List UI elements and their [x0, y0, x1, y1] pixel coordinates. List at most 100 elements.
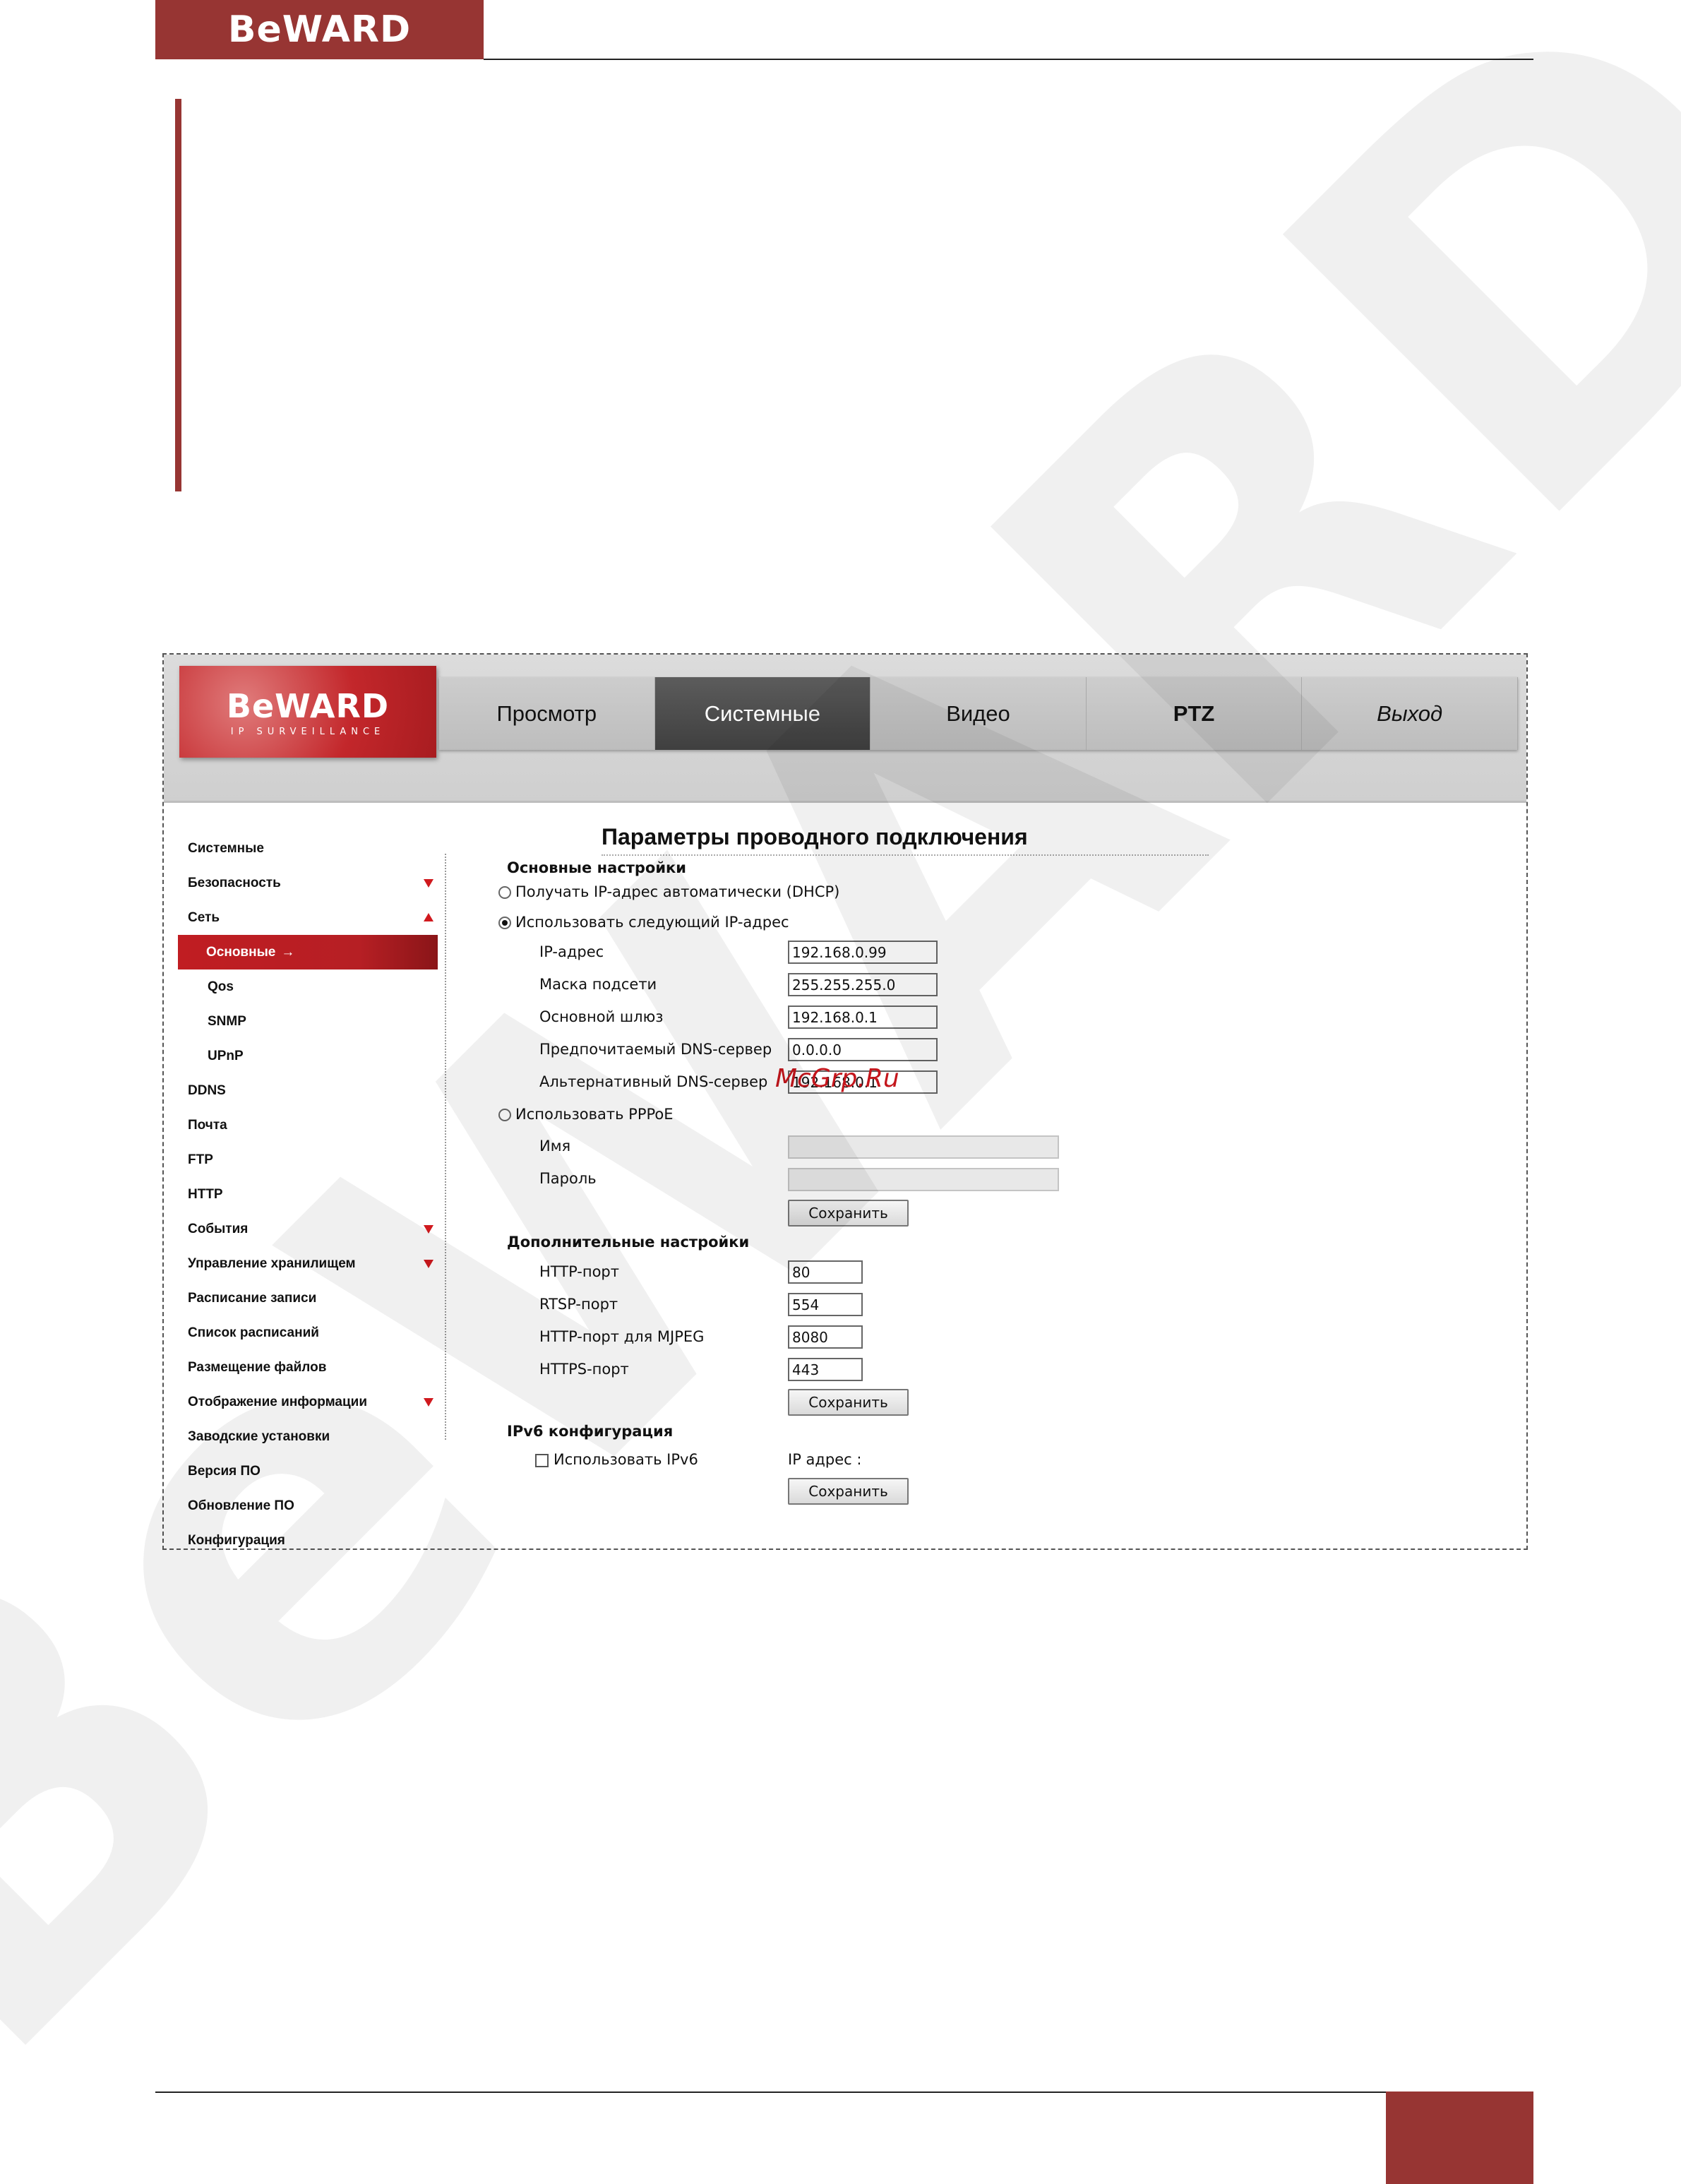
nav-tab-video[interactable]: Видео — [871, 677, 1087, 750]
doc-logo: BeWARD — [155, 0, 484, 59]
sidebar-item[interactable]: Системные — [179, 831, 438, 866]
watermark-stamp: McGrp.Ru — [775, 1064, 899, 1093]
subnet-mask-input[interactable] — [788, 973, 938, 996]
sidebar-item-label: DDNS — [188, 1083, 226, 1098]
sidebar-item-label: Безопасность — [188, 876, 281, 890]
sidebar-item[interactable]: FTP — [179, 1142, 438, 1177]
dhcp-label: Получать IP-адрес автоматически (DHCP) — [515, 883, 840, 900]
sidebar-item[interactable]: Управление хранилищем — [179, 1246, 438, 1281]
static-ip-radio[interactable] — [498, 917, 511, 929]
http-port-label: HTTP-порт — [539, 1263, 619, 1280]
dhcp-radio[interactable] — [498, 886, 511, 899]
dns1-input[interactable] — [788, 1038, 938, 1061]
top-bar: BeWARD IP SURVEILLANCE Просмотр Системны… — [164, 655, 1526, 803]
ip-address-label: IP-адрес — [539, 943, 604, 960]
sidebar-item[interactable]: Qos — [179, 969, 438, 1004]
sidebar-item[interactable]: DDNS — [179, 1073, 438, 1108]
save-ipv6-button[interactable]: Сохранить — [788, 1478, 909, 1505]
sidebar-item[interactable]: SNMP — [179, 1004, 438, 1039]
http-port-input[interactable] — [788, 1260, 863, 1284]
sidebar-item[interactable]: Безопасность — [179, 866, 438, 900]
rtsp-port-input[interactable] — [788, 1293, 863, 1316]
section-basic-title: Основные настройки — [507, 859, 687, 876]
triangle-down-icon[interactable] — [424, 1225, 433, 1234]
dns2-label: Альтернативный DNS-сервер — [539, 1073, 768, 1090]
pppoe-password-input[interactable] — [788, 1168, 1059, 1191]
left-accent-bar — [175, 99, 181, 491]
sidebar-item-label: Системные — [188, 841, 264, 856]
sidebar-item-label: Размещение файлов — [188, 1360, 327, 1375]
sidebar-item-label: Список расписаний — [188, 1325, 319, 1340]
sidebar-item-label: Конфигурация — [188, 1533, 285, 1548]
nav-tab-logout[interactable]: Выход — [1302, 677, 1518, 750]
ipv6-checkbox-label: Использовать IPv6 — [554, 1451, 698, 1468]
main-nav: Просмотр Системные Видео PTZ Выход — [439, 677, 1518, 750]
camera-logo-subtext: IP SURVEILLANCE — [230, 726, 385, 737]
sidebar-item-label: Расписание записи — [188, 1291, 317, 1306]
sidebar-item[interactable]: UPnP — [179, 1039, 438, 1073]
ipv6-checkbox[interactable] — [535, 1454, 549, 1467]
pppoe-name-input[interactable] — [788, 1135, 1059, 1159]
sidebar-item[interactable]: Список расписаний — [179, 1315, 438, 1350]
save-basic-button[interactable]: Сохранить — [788, 1200, 909, 1227]
footer-page-box — [1386, 2091, 1533, 2184]
nav-tab-system[interactable]: Системные — [654, 677, 871, 750]
sidebar-item[interactable]: Заводские установки — [179, 1419, 438, 1454]
sidebar-item-label: Управление хранилищем — [188, 1256, 356, 1271]
sidebar-item[interactable]: События — [179, 1212, 438, 1246]
sidebar-item[interactable]: Обновление ПО — [179, 1488, 438, 1523]
sidebar-item[interactable]: Конфигурация — [179, 1523, 438, 1549]
ipv6-ip-label: IP адрес : — [788, 1451, 862, 1468]
sidebar-item[interactable]: Основные → — [178, 935, 438, 969]
sidebar-item-label: Почта — [188, 1118, 227, 1133]
nav-tab-ptz[interactable]: PTZ — [1087, 677, 1303, 750]
ip-address-input[interactable] — [788, 941, 938, 964]
triangle-down-icon[interactable] — [424, 1398, 433, 1407]
header-rule — [484, 59, 1533, 60]
gateway-label: Основной шлюз — [539, 1008, 664, 1025]
sidebar-item-label: Отображение информации — [188, 1395, 368, 1409]
subnet-mask-label: Маска подсети — [539, 976, 657, 993]
sidebar-item-label: Основные — [206, 945, 276, 960]
nav-tab-view[interactable]: Просмотр — [439, 677, 655, 750]
doc-logo-text: BeWARD — [227, 8, 412, 51]
sidebar-item-label: UPnP — [208, 1049, 244, 1063]
static-ip-label: Использовать следующий IP-адрес — [515, 914, 789, 931]
sidebar-item-label: Версия ПО — [188, 1464, 261, 1479]
sidebar-divider — [445, 854, 449, 1440]
arrow-right-icon: → — [281, 945, 295, 960]
sidebar: Системные Безопасность Сеть Основные → Qos SNM… — [178, 831, 438, 1549]
camera-logo-text: BeWARD — [226, 686, 390, 725]
sidebar-item[interactable]: Почта — [179, 1108, 438, 1142]
sidebar-item-label: HTTP — [188, 1187, 223, 1202]
section-ipv6-title: IPv6 конфигурация — [507, 1423, 674, 1440]
rtsp-port-label: RTSP-порт — [539, 1296, 618, 1313]
sidebar-item-label: Заводские установки — [188, 1429, 330, 1444]
save-advanced-button[interactable]: Сохранить — [788, 1389, 909, 1416]
pppoe-label: Использовать PPPoE — [515, 1106, 674, 1123]
dns1-label: Предпочитаемый DNS-сервер — [539, 1041, 772, 1058]
sidebar-item[interactable]: Размещение файлов — [179, 1350, 438, 1385]
camera-ui-screenshot: BeWARD IP SURVEILLANCE Просмотр Системны… — [162, 653, 1528, 1550]
section-advanced-title: Дополнительные настройки — [507, 1234, 750, 1251]
sidebar-item-label: FTP — [188, 1152, 213, 1167]
sidebar-item[interactable]: Отображение информации — [179, 1385, 438, 1419]
sidebar-item[interactable]: Сеть — [179, 900, 438, 935]
triangle-down-icon[interactable] — [424, 879, 433, 888]
sidebar-item[interactable]: Расписание записи — [179, 1281, 438, 1315]
pppoe-name-label: Имя — [539, 1138, 571, 1154]
sidebar-item-label: SNMP — [208, 1014, 246, 1029]
mjpeg-port-label: HTTP-порт для MJPEG — [539, 1328, 705, 1345]
triangle-up-icon[interactable] — [424, 913, 433, 921]
camera-logo: BeWARD IP SURVEILLANCE — [179, 666, 436, 758]
https-port-input[interactable] — [788, 1358, 863, 1381]
sidebar-item[interactable]: Версия ПО — [179, 1454, 438, 1488]
sidebar-item-label: Сеть — [188, 910, 220, 925]
sidebar-item[interactable]: HTTP — [179, 1177, 438, 1212]
pppoe-radio[interactable] — [498, 1109, 511, 1121]
sidebar-item-label: События — [188, 1222, 249, 1236]
gateway-input[interactable] — [788, 1006, 938, 1029]
triangle-down-icon[interactable] — [424, 1260, 433, 1268]
mjpeg-port-input[interactable] — [788, 1325, 863, 1349]
https-port-label: HTTPS-порт — [539, 1361, 629, 1378]
